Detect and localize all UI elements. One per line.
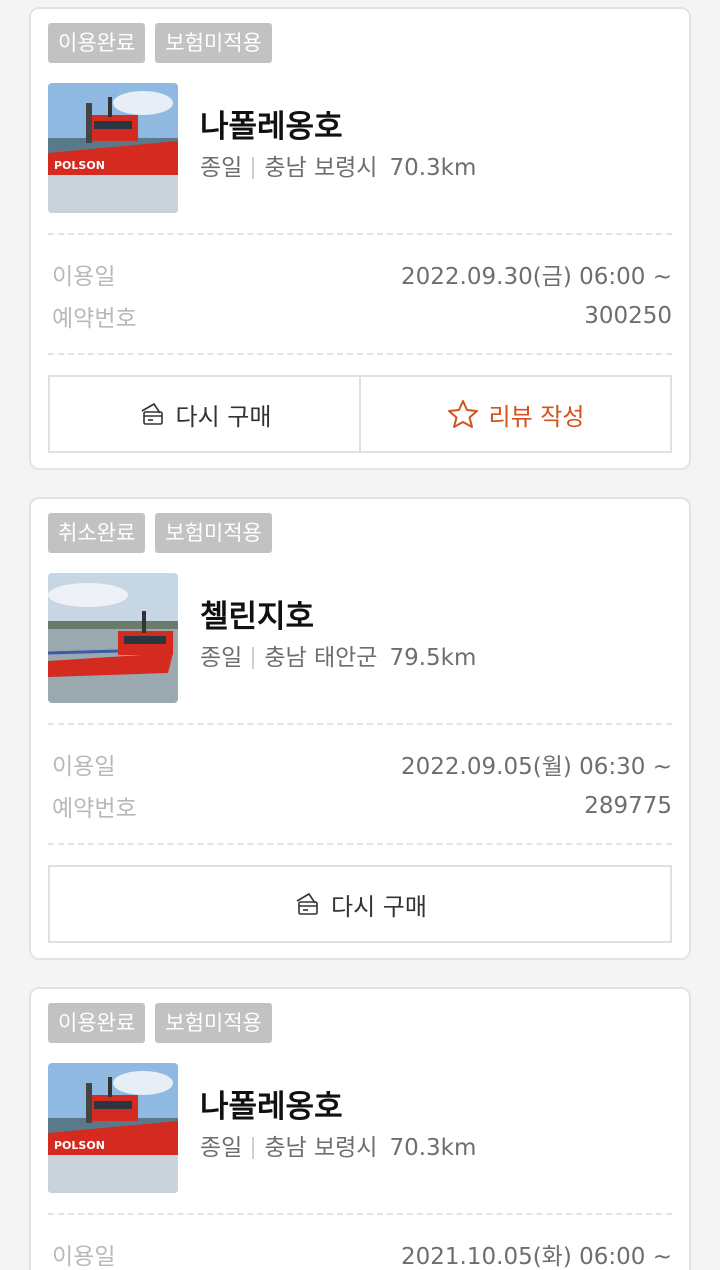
separator: [252, 1137, 255, 1159]
reservation-card: 이용완료 보험미적용 POLSON 나폴레옹호 종일 충남 보령시 70.3km…: [29, 7, 691, 470]
ship-thumbnail[interactable]: POLSON: [48, 83, 178, 213]
usage-date-label: 이용일: [52, 1244, 116, 1270]
write-review-button[interactable]: 리뷰 작성: [359, 377, 670, 451]
detail-rows: 이용일 2022.09.05(월) 06:30 ~ 예약번호 289775: [48, 725, 672, 843]
reservation-number-row: 예약번호 300250: [48, 295, 672, 337]
ticket-icon: [293, 891, 321, 917]
status-badge: 이용완료: [48, 1003, 146, 1043]
ship-subinfo: 종일 충남 보령시 70.3km: [200, 1133, 476, 1163]
reservation-card: 취소완료 보험미적용 첼린지호 종일 충남 태안군 79.5km 이용일 202…: [29, 497, 691, 960]
ticket-icon: [138, 401, 166, 427]
usage-date-row: 이용일 2022.09.05(월) 06:30 ~: [48, 743, 672, 785]
card-actions: 다시 구매 리뷰 작성: [48, 375, 672, 453]
ship-name: 나폴레옹호: [200, 1089, 343, 1125]
divider: [48, 843, 672, 845]
usage-date-row: 이용일 2022.09.30(금) 06:00 ~: [48, 253, 672, 295]
ship-info[interactable]: POLSON 나폴레옹호 종일 충남 보령시 70.3km: [48, 83, 672, 213]
usage-date-value: 2021.10.05(화) 06:00 ~: [401, 1244, 672, 1270]
usage-date-value: 2022.09.05(월) 06:30 ~: [401, 754, 672, 780]
review-label: 리뷰 작성: [488, 402, 585, 431]
distance: 70.3km: [389, 155, 477, 181]
ship-thumbnail[interactable]: [48, 573, 178, 703]
divider: [48, 353, 672, 355]
svg-text:POLSON: POLSON: [54, 159, 105, 172]
trip-type: 종일: [200, 645, 243, 671]
reservation-number-label: 예약번호: [52, 306, 137, 332]
usage-date-label: 이용일: [52, 264, 116, 290]
usage-date-value: 2022.09.30(금) 06:00 ~: [401, 264, 672, 290]
ship-subinfo: 종일 충남 태안군 79.5km: [200, 643, 476, 673]
detail-rows: 이용일 2022.09.30(금) 06:00 ~ 예약번호 300250: [48, 235, 672, 353]
trip-type: 종일: [200, 1135, 243, 1161]
rebuy-label: 다시 구매: [175, 402, 272, 431]
status-badge: 이용완료: [48, 23, 146, 63]
badge-group: 취소완료 보험미적용: [48, 513, 672, 553]
ship-name: 첼린지호: [200, 599, 315, 635]
usage-date-label: 이용일: [52, 754, 116, 780]
insurance-badge: 보험미적용: [155, 1003, 272, 1043]
ship-info[interactable]: POLSON 나폴레옹호 종일 충남 보령시 70.3km: [48, 1063, 672, 1193]
rebuy-button[interactable]: 다시 구매: [50, 377, 359, 451]
rebuy-label: 다시 구매: [331, 892, 427, 921]
ship-info[interactable]: 첼린지호 종일 충남 태안군 79.5km: [48, 573, 672, 703]
badge-group: 이용완료 보험미적용: [48, 23, 672, 63]
separator: [252, 157, 255, 179]
badge-group: 이용완료 보험미적용: [48, 1003, 672, 1043]
insurance-badge: 보험미적용: [155, 513, 272, 553]
ship-subinfo: 종일 충남 보령시 70.3km: [200, 153, 476, 183]
star-icon: [447, 399, 479, 429]
reservation-number-label: 예약번호: [52, 796, 137, 822]
ship-name: 나폴레옹호: [200, 109, 343, 145]
reservation-card: 이용완료 보험미적용 POLSON 나폴레옹호 종일 충남 보령시 70.3km…: [29, 987, 691, 1270]
status-badge: 취소완료: [48, 513, 146, 553]
distance: 70.3km: [389, 1135, 477, 1161]
reservation-number-row: 예약번호 289775: [48, 785, 672, 827]
location: 충남 보령시: [264, 1135, 378, 1161]
insurance-badge: 보험미적용: [155, 23, 272, 63]
reservation-number-value: 300250: [584, 303, 672, 329]
separator: [252, 647, 255, 669]
svg-text:POLSON: POLSON: [54, 1139, 105, 1152]
trip-type: 종일: [200, 155, 243, 181]
reservation-list: 이용완료 보험미적용 POLSON 나폴레옹호 종일 충남 보령시 70.3km…: [0, 0, 720, 1270]
location: 충남 태안군: [264, 645, 378, 671]
reservation-number-value: 289775: [584, 793, 672, 819]
card-actions: 다시 구매: [48, 865, 672, 943]
usage-date-row: 이용일 2021.10.05(화) 06:00 ~: [48, 1233, 672, 1270]
detail-rows: 이용일 2021.10.05(화) 06:00 ~: [48, 1215, 672, 1270]
distance: 79.5km: [389, 645, 477, 671]
location: 충남 보령시: [264, 155, 378, 181]
ship-thumbnail[interactable]: POLSON: [48, 1063, 178, 1193]
rebuy-button[interactable]: 다시 구매: [50, 867, 670, 941]
